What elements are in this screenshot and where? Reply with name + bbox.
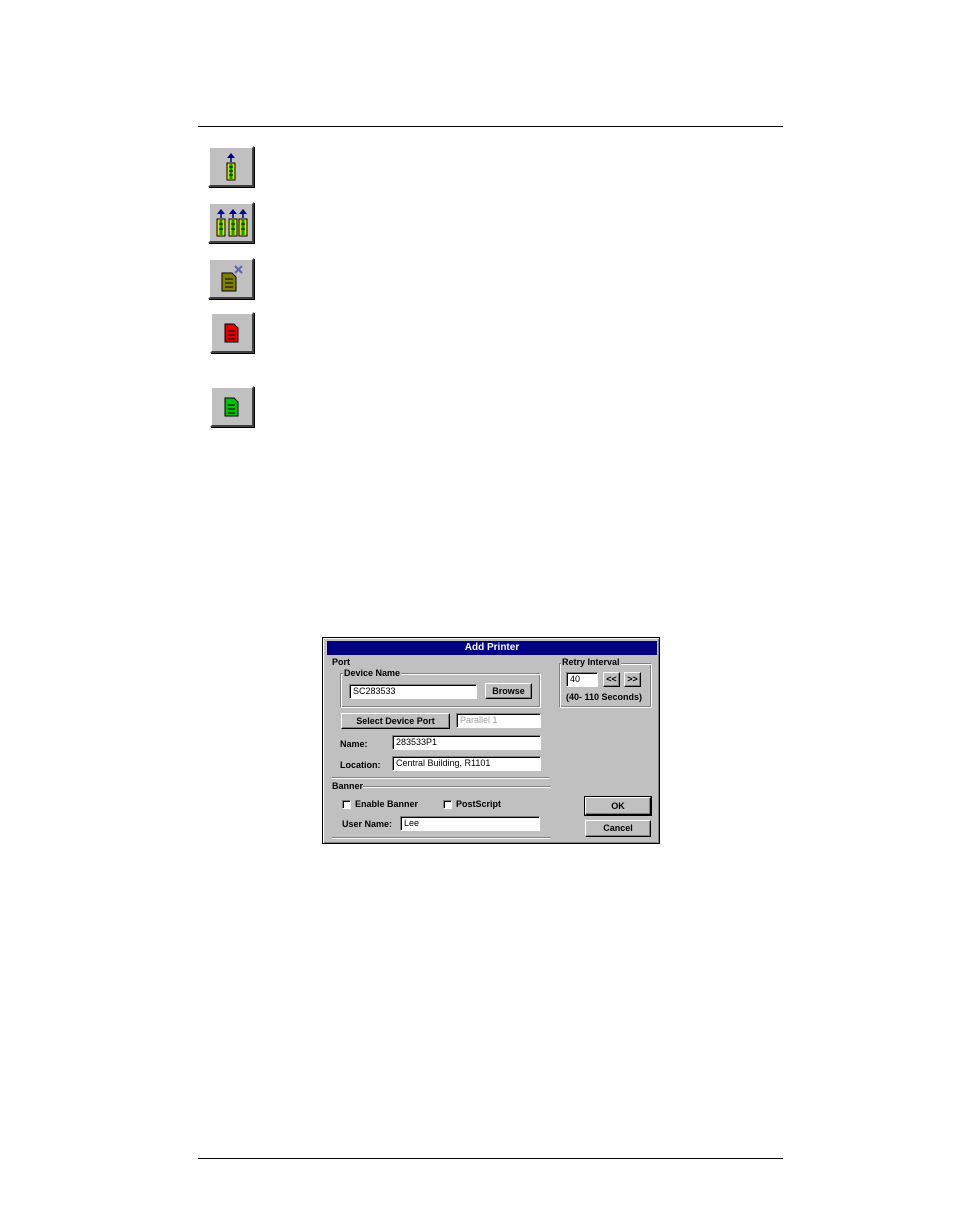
upload-single-icon xyxy=(226,152,236,180)
upload-single-button[interactable] xyxy=(208,146,254,187)
device-port-field: Parallel 1 xyxy=(456,713,541,728)
retry-increase-button[interactable]: >> xyxy=(624,672,641,687)
postscript-checkbox[interactable] xyxy=(443,800,452,809)
red-document-button[interactable] xyxy=(210,312,254,353)
add-printer-dialog: Add Printer Port Device Name SC283533 Br… xyxy=(322,637,660,844)
location-label: Location: xyxy=(340,760,381,770)
delete-document-button[interactable] xyxy=(208,258,254,299)
red-document-icon xyxy=(224,323,239,342)
upload-multiple-icon xyxy=(216,208,248,236)
dialog-title: Add Printer xyxy=(327,641,657,655)
device-name-input[interactable]: SC283533 xyxy=(349,684,477,699)
banner-label: Banner xyxy=(332,781,364,791)
retry-range-text: (40- 110 Seconds) xyxy=(566,692,643,702)
user-name-input[interactable]: Lee xyxy=(400,816,540,831)
retry-interval-input[interactable]: 40 xyxy=(566,672,598,687)
green-document-icon xyxy=(224,397,239,416)
name-label: Name: xyxy=(340,739,368,749)
green-document-button[interactable] xyxy=(210,386,254,427)
postscript-label: PostScript xyxy=(456,799,502,809)
ok-button[interactable]: OK xyxy=(584,796,652,816)
name-input[interactable]: 283533P1 xyxy=(392,735,541,750)
banner-bottom-divider xyxy=(332,837,551,839)
top-rule xyxy=(198,126,783,127)
delete-document-icon xyxy=(221,264,243,291)
location-input[interactable]: Central Building, R1101 xyxy=(392,756,541,771)
upload-multiple-button[interactable] xyxy=(208,202,254,243)
port-divider xyxy=(332,777,549,779)
bottom-rule xyxy=(198,1158,783,1159)
banner-line xyxy=(363,786,551,788)
port-label: Port xyxy=(332,657,350,667)
enable-banner-label: Enable Banner xyxy=(355,799,419,809)
retry-interval-label: Retry Interval xyxy=(561,657,621,667)
user-name-label: User Name: xyxy=(342,819,393,829)
device-name-label: Device Name xyxy=(343,668,402,678)
cancel-button[interactable]: Cancel xyxy=(585,820,651,837)
browse-button[interactable]: Browse xyxy=(485,683,532,699)
retry-decrease-button[interactable]: << xyxy=(603,672,620,687)
select-device-port-button[interactable]: Select Device Port xyxy=(341,713,450,729)
enable-banner-checkbox[interactable] xyxy=(342,800,351,809)
